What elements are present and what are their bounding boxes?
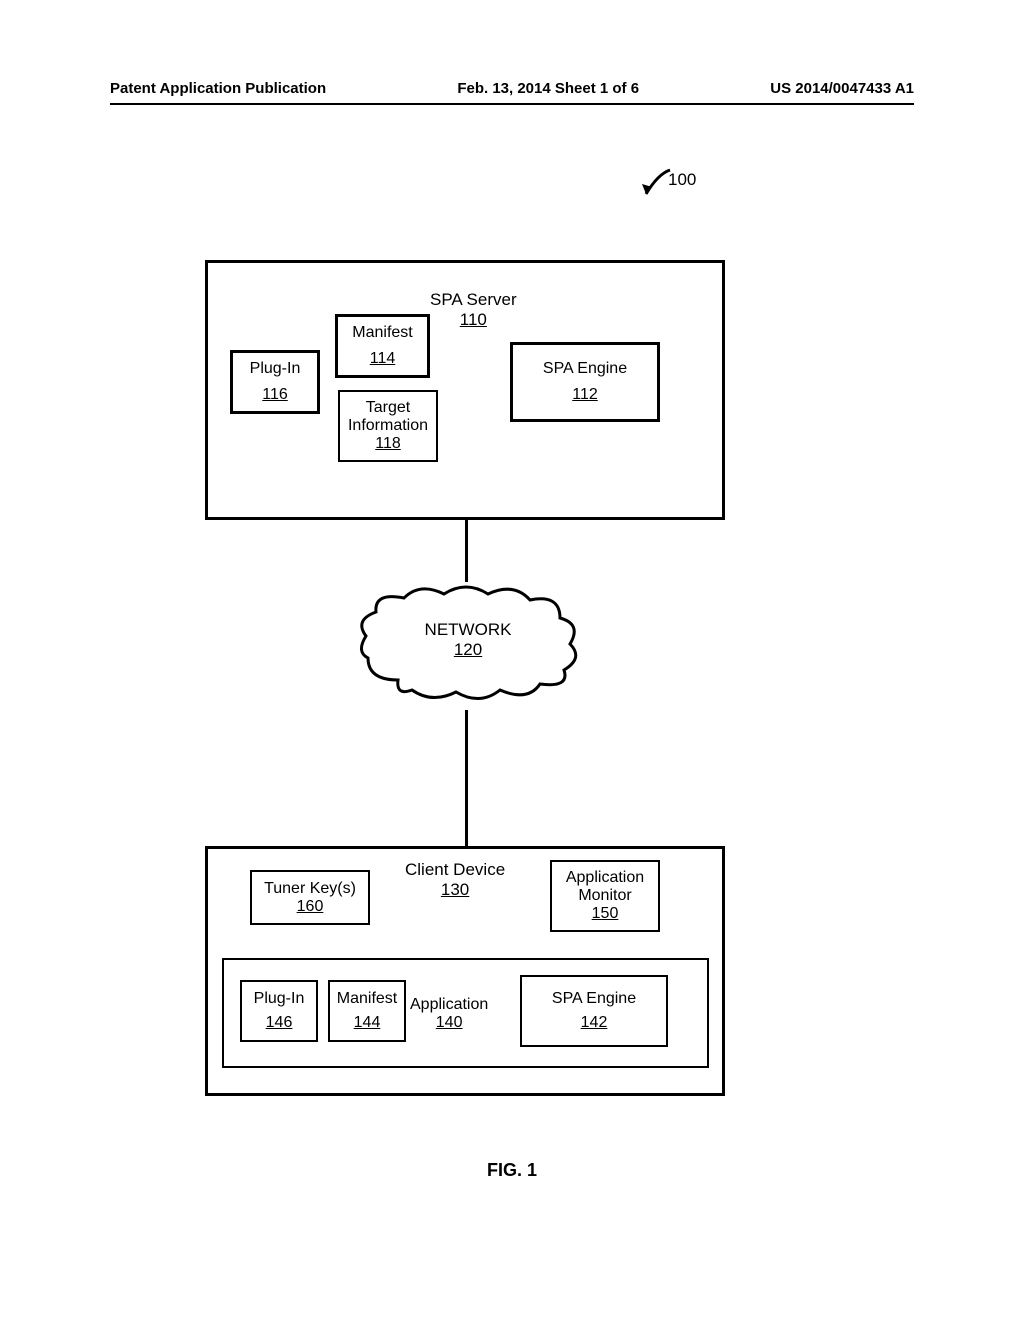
page: Patent Application Publication Feb. 13, … xyxy=(0,0,1024,1320)
plugin-ref: 116 xyxy=(262,386,288,404)
page-header: Patent Application Publication Feb. 13, … xyxy=(110,80,914,105)
client-ref: 130 xyxy=(441,880,469,899)
spa-server-ref: 110 xyxy=(460,310,487,329)
network-title: NETWORK 120 xyxy=(348,620,588,660)
tuner-label: Tuner Key(s) xyxy=(264,880,356,898)
spa-engine-label: SPA Engine xyxy=(543,360,627,378)
header-center: Feb. 13, 2014 Sheet 1 of 6 xyxy=(457,80,639,97)
spa-server-title: SPA Server 110 xyxy=(430,290,517,330)
client-label: Client Device xyxy=(405,860,505,879)
spa-engine-box: SPA Engine 112 xyxy=(510,342,660,422)
application-ref: 140 xyxy=(436,1014,463,1031)
application-title: Application 140 xyxy=(410,996,488,1032)
figure-ref-100: 100 xyxy=(668,170,696,190)
spa-engine-ref: 112 xyxy=(572,386,598,404)
manifest2-label: Manifest xyxy=(337,990,397,1008)
connector-network-to-client xyxy=(465,710,468,846)
plugin-label: Plug-In xyxy=(250,360,301,378)
target-info-ref: 118 xyxy=(375,435,401,453)
app-monitor-box: Application Monitor 150 xyxy=(550,860,660,932)
spa-server-label: SPA Server xyxy=(430,290,517,309)
header-left: Patent Application Publication xyxy=(110,80,326,97)
manifest-box: Manifest 114 xyxy=(335,314,430,378)
manifest2-ref: 144 xyxy=(354,1014,381,1032)
network-label: NETWORK xyxy=(425,620,512,639)
connector-server-to-network xyxy=(465,520,468,582)
client-title: Client Device 130 xyxy=(405,860,505,900)
target-info-box: Target Information 118 xyxy=(338,390,438,462)
manifest2-box: Manifest 144 xyxy=(328,980,406,1042)
header-right: US 2014/0047433 A1 xyxy=(770,80,914,97)
diagram: 100 SPA Server 110 Plug-In 116 Manifest … xyxy=(0,160,1024,1320)
app-monitor-ref: 150 xyxy=(592,905,619,923)
tuner-ref: 160 xyxy=(297,898,324,916)
application-label: Application xyxy=(410,996,488,1013)
plugin2-label: Plug-In xyxy=(254,990,305,1008)
target-info-label: Target Information xyxy=(340,399,436,434)
network-cloud: NETWORK 120 xyxy=(348,580,588,710)
manifest-ref: 114 xyxy=(370,350,396,368)
plugin2-box: Plug-In 146 xyxy=(240,980,318,1042)
spa-engine2-ref: 142 xyxy=(581,1014,608,1032)
network-ref: 120 xyxy=(454,640,482,659)
figure-label: FIG. 1 xyxy=(0,1160,1024,1181)
plugin2-ref: 146 xyxy=(266,1014,293,1032)
spa-engine2-box: SPA Engine 142 xyxy=(520,975,668,1047)
tuner-keys-box: Tuner Key(s) 160 xyxy=(250,870,370,925)
manifest-label: Manifest xyxy=(352,324,412,342)
spa-engine2-label: SPA Engine xyxy=(552,990,636,1008)
plugin-box: Plug-In 116 xyxy=(230,350,320,414)
app-monitor-label: Application Monitor xyxy=(552,869,658,904)
